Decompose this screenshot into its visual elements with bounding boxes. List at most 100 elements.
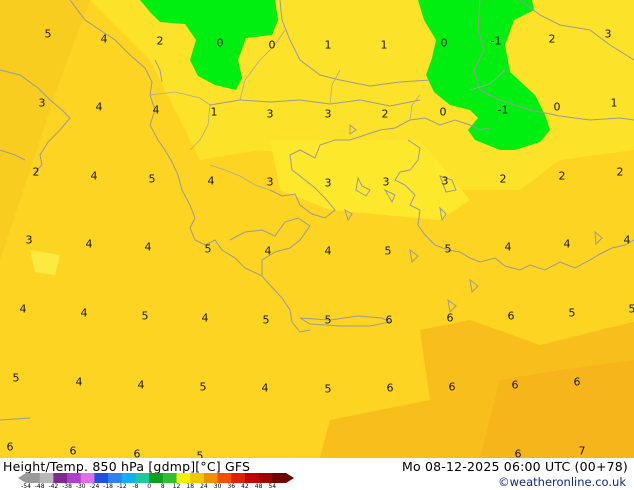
map-value-label: 5 bbox=[148, 172, 156, 186]
map-value-label: 1 bbox=[210, 105, 218, 119]
colorbar-arrow-right bbox=[286, 473, 294, 483]
map-value-label: 2 bbox=[156, 34, 164, 48]
map-value-label: 2 bbox=[616, 165, 624, 179]
map-value-label: 0 bbox=[440, 36, 448, 50]
map-value-label: 5 bbox=[12, 371, 20, 385]
map-value-label: 3 bbox=[266, 175, 274, 189]
map-value-label: 5 bbox=[568, 306, 576, 320]
colorbar-segment bbox=[231, 473, 246, 483]
map-value-label: 4 bbox=[504, 240, 512, 254]
colorbar-segment bbox=[80, 473, 95, 483]
map-value-label: 5 bbox=[628, 302, 634, 316]
map-value-label: 5 bbox=[44, 27, 52, 41]
valid-time: Mo 08-12-2025 06:00 UTC (00+78) bbox=[401, 459, 628, 474]
colorbar-tick-label: 54 bbox=[268, 483, 277, 490]
map-value-label: 4 bbox=[201, 311, 209, 325]
map-value-label: 6 bbox=[573, 375, 581, 389]
map-value-label: 3 bbox=[604, 27, 612, 41]
colorbar-tick-label: 8 bbox=[160, 483, 165, 490]
colorbar-segment bbox=[108, 473, 123, 483]
colorbar-tick-label: -38 bbox=[62, 483, 72, 490]
color-scale-ticks: -54 -48 -42 -38 -30 -24 -18 -12 -8 0 8 12 18 24 30 36 42… bbox=[14, 483, 304, 490]
map-value-label: -1 bbox=[497, 103, 509, 117]
map-value-label: 4 bbox=[261, 381, 269, 395]
map-value-label: 1 bbox=[380, 38, 388, 52]
colorbar-tick-label: 48 bbox=[254, 483, 263, 490]
credit-link[interactable]: ©weatheronline.co.uk bbox=[498, 475, 626, 489]
map-value-label: 2 bbox=[499, 172, 507, 186]
map-value-label: 4 bbox=[95, 100, 103, 114]
colorbar-segment bbox=[121, 473, 136, 483]
colorbar-tick-label: -8 bbox=[132, 483, 139, 490]
map-value-label: 5 bbox=[262, 313, 270, 327]
map-value-label: 4 bbox=[563, 237, 571, 251]
map-value-label: 7 bbox=[578, 444, 586, 458]
colorbar-tick-label: -18 bbox=[103, 483, 113, 490]
colorbar-tick-label: 24 bbox=[200, 483, 208, 490]
colorbar-tick-label: -24 bbox=[89, 483, 100, 490]
map-value-label: 2 bbox=[558, 169, 566, 183]
map-value-label: -1 bbox=[490, 34, 502, 48]
footer-bar: Height/Temp. 850 hPa [gdmp][°C] GFS Mo 0… bbox=[0, 458, 634, 490]
map-value-label: 0 bbox=[216, 36, 224, 50]
map-value-label: 5 bbox=[141, 309, 149, 323]
map-value-label: 4 bbox=[80, 306, 88, 320]
colorbar-segment bbox=[203, 473, 219, 483]
map-value-label: 1 bbox=[610, 96, 618, 110]
map-value-label: 4 bbox=[623, 233, 631, 247]
map-value-label: 3 bbox=[266, 107, 274, 121]
map-value-label: 3 bbox=[324, 176, 332, 190]
colorbar-segment bbox=[149, 473, 164, 483]
map-value-label: 5 bbox=[199, 380, 207, 394]
colorbar-arrow-left bbox=[18, 473, 26, 483]
chart-title: Height/Temp. 850 hPa [gdmp][°C] GFS bbox=[3, 459, 251, 474]
contour-labels: 5 4 2 0 0 1 1 0 -1 2 3 3 4 4 1 3 3 2 0 -1 0 1 2 4 5 4 3 3 3 3 2 2 2 3 4 4 5 4… bbox=[0, 0, 634, 463]
map-value-label: 4 bbox=[264, 244, 272, 258]
colorbar-tick-label: 12 bbox=[172, 483, 181, 490]
colorbar-segment bbox=[272, 473, 287, 483]
map-value-label: 6 bbox=[507, 309, 515, 323]
map-value-label: 4 bbox=[152, 103, 160, 117]
color-scale-bar bbox=[18, 473, 294, 483]
map-value-label: 6 bbox=[385, 313, 393, 327]
map-value-label: 0 bbox=[439, 105, 447, 119]
colorbar-tick-label: -42 bbox=[48, 483, 59, 490]
map-value-label: 5 bbox=[324, 382, 332, 396]
colorbar-segment bbox=[162, 473, 178, 483]
colorbar-tick-label: 42 bbox=[241, 483, 249, 490]
map-value-label: 3 bbox=[441, 174, 449, 188]
map-value-label: 6 bbox=[6, 440, 14, 454]
map-value-label: 5 bbox=[444, 242, 452, 256]
map-value-label: 2 bbox=[32, 165, 40, 179]
map-value-label: 2 bbox=[381, 107, 389, 121]
colorbar-segment bbox=[258, 473, 273, 483]
map-value-label: 3 bbox=[382, 175, 390, 189]
map-value-label: 5 bbox=[204, 242, 212, 256]
map-value-label: 4 bbox=[324, 244, 332, 258]
map-value-label: 6 bbox=[448, 380, 456, 394]
map-frame: 5 4 2 0 0 1 1 0 -1 2 3 3 4 4 1 3 3 2 0 -1 0 1 2 4 5 4 3 3 3 3 2 2 2 3 4 4 5 4… bbox=[0, 0, 634, 490]
map-value-label: 2 bbox=[548, 32, 556, 46]
map-value-label: 4 bbox=[85, 237, 93, 251]
map-value-label: 0 bbox=[268, 38, 276, 52]
colorbar-segment bbox=[94, 473, 109, 483]
colorbar-segment bbox=[217, 473, 232, 483]
colorbar-segment bbox=[53, 473, 68, 483]
map-value-label: 3 bbox=[25, 233, 33, 247]
colorbar-tick-label: 0 bbox=[147, 483, 152, 490]
map-value-label: 6 bbox=[446, 311, 454, 325]
map-value-label: 5 bbox=[384, 244, 392, 258]
map-value-label: 4 bbox=[19, 302, 27, 316]
colorbar-tick-label: -12 bbox=[116, 483, 127, 490]
colorbar-tick-label: 36 bbox=[227, 483, 236, 490]
colorbar-segment bbox=[244, 473, 260, 483]
map-value-label: 4 bbox=[75, 375, 83, 389]
map-value-label: 4 bbox=[90, 169, 98, 183]
map-value-label: 6 bbox=[511, 378, 519, 392]
colorbar-segment bbox=[176, 473, 191, 483]
map-value-label: 3 bbox=[324, 107, 332, 121]
colorbar-segment bbox=[67, 473, 82, 483]
colorbar-segment bbox=[190, 473, 205, 483]
colorbar-segment bbox=[135, 473, 150, 483]
map-value-label: 3 bbox=[38, 96, 46, 110]
